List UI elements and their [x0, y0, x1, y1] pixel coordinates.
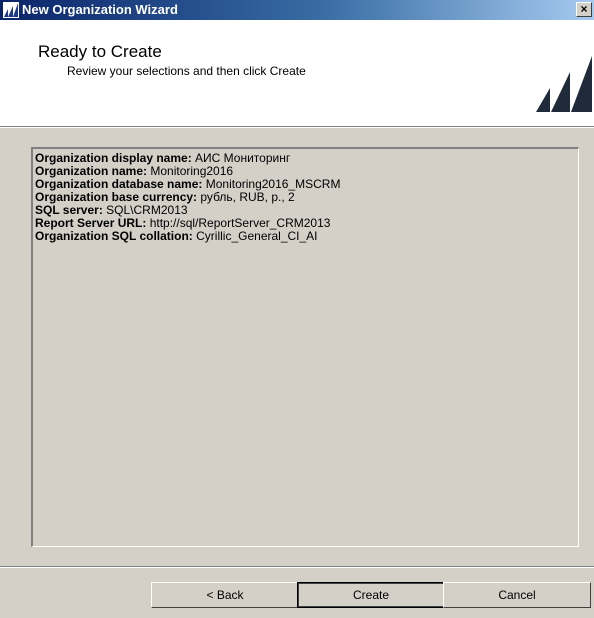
page-subtitle: Review your selections and then click Cr…: [67, 64, 306, 78]
wizard-header: Ready to Create Review your selections a…: [0, 20, 594, 126]
summary-value: рубль, RUB, р., 2: [200, 190, 295, 204]
summary-label: Organization base currency:: [35, 190, 198, 204]
summary-label: Organization database name:: [35, 177, 203, 191]
dynamics-app-icon: [3, 2, 19, 18]
page-title: Ready to Create: [38, 42, 162, 61]
close-button[interactable]: ×: [576, 2, 592, 17]
summary-label: Organization name:: [35, 164, 148, 178]
summary-value: http://sql/ReportServer_CRM2013: [149, 216, 331, 230]
summary-value: Monitoring2016: [150, 164, 234, 178]
summary-label: Report Server URL:: [35, 216, 147, 230]
summary-item-sql-collation: Organization SQL collation: Cyrillic_Gen…: [35, 230, 340, 243]
summary-label: Organization SQL collation:: [35, 229, 193, 243]
title-bar[interactable]: New Organization Wizard ×: [0, 0, 594, 20]
summary-box: Organization display name: АИС Мониторин…: [31, 147, 579, 547]
summary-value: Cyrillic_General_CI_AI: [196, 229, 318, 243]
summary-label: SQL server:: [35, 203, 103, 217]
window-title: New Organization Wizard: [22, 2, 178, 17]
dynamics-logo-icon: [534, 54, 594, 114]
cancel-button[interactable]: Cancel: [443, 582, 591, 608]
create-button[interactable]: Create: [297, 582, 445, 608]
wizard-window: New Organization Wizard × Ready to Creat…: [0, 0, 594, 618]
summary-label: Organization display name:: [35, 151, 192, 165]
summary-value: SQL\CRM2013: [106, 203, 188, 217]
summary-value: АИС Мониторинг: [195, 151, 291, 165]
close-icon: ×: [580, 2, 588, 16]
back-button[interactable]: < Back: [151, 582, 299, 608]
summary-value: Monitoring2016_MSCRM: [205, 177, 341, 191]
summary-list: Organization display name: АИС Мониторин…: [35, 152, 340, 243]
